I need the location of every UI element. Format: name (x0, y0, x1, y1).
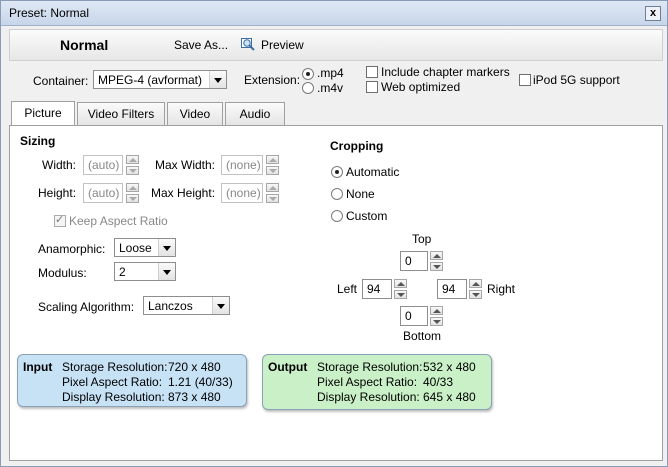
preview-button[interactable]: Preview (261, 38, 304, 52)
crop-left-stepper[interactable] (394, 279, 407, 299)
output-title: Output (268, 360, 308, 374)
container-label: Container: (33, 74, 89, 88)
output-par-label: Pixel Aspect Ratio: (317, 375, 418, 389)
anamorphic-select[interactable]: Loose (114, 238, 176, 257)
max-height-stepper[interactable] (266, 183, 279, 203)
extension-mp4-label: .mp4 (317, 66, 344, 80)
chevron-down-icon (212, 297, 229, 314)
container-value: MPEG-4 (avformat) (98, 73, 203, 87)
crop-top-label: Top (412, 232, 432, 246)
input-par-label: Pixel Aspect Ratio: (62, 375, 163, 389)
input-title: Input (23, 360, 53, 374)
output-display-label: Display Resolution: (317, 390, 420, 404)
anamorphic-value: Loose (119, 241, 152, 255)
chevron-down-icon (158, 239, 175, 256)
web-optimized-checkbox[interactable] (366, 81, 378, 93)
ipod-checkbox[interactable] (519, 74, 531, 86)
max-height-label: Max Height: (151, 186, 216, 200)
anamorphic-label: Anamorphic: (38, 242, 106, 256)
output-display-value: 645 x 480 (423, 390, 476, 404)
tab-audio[interactable]: Audio (225, 102, 285, 125)
chevron-down-icon (158, 263, 175, 280)
crop-custom-label: Custom (346, 209, 388, 223)
preset-window: Preset: Normal x Normal Save As... Previ… (0, 0, 668, 467)
crop-automatic-radio[interactable] (331, 166, 343, 178)
modulus-value: 2 (119, 265, 126, 279)
height-label: Height: (38, 186, 77, 200)
width-stepper[interactable] (126, 155, 139, 175)
extension-m4v-radio[interactable] (302, 82, 314, 94)
max-width-field[interactable]: (none) (221, 155, 263, 175)
chevron-down-icon (209, 71, 226, 88)
crop-bottom-field[interactable]: 0 (400, 306, 428, 326)
max-width-stepper[interactable] (266, 155, 279, 175)
cropping-title: Cropping (330, 139, 384, 153)
crop-none-radio[interactable] (331, 188, 343, 200)
picture-panel: Sizing Width: (auto) Max Width: (none) H… (9, 125, 663, 461)
modulus-select[interactable]: 2 (114, 262, 176, 281)
crop-right-label: Right (487, 282, 516, 296)
crop-automatic-label: Automatic (346, 165, 400, 179)
web-optimized-label: Web optimized (381, 80, 461, 94)
scaling-label: Scaling Algorithm: (38, 300, 135, 314)
container-select[interactable]: MPEG-4 (avformat) (93, 70, 227, 89)
input-par-value: 1.21 (40/33) (168, 375, 233, 389)
output-info-box: Output Storage Resolution: 532 x 480 Pix… (262, 354, 492, 410)
title-bar[interactable]: Preset: Normal x (1, 1, 667, 26)
extension-label: Extension: (244, 73, 301, 87)
input-display-label: Display Resolution: (62, 390, 165, 404)
crop-top-stepper[interactable] (430, 251, 443, 271)
chapter-markers-checkbox[interactable] (366, 66, 378, 78)
modulus-label: Modulus: (38, 266, 87, 280)
save-as-button[interactable]: Save As... (174, 38, 228, 52)
crop-left-field[interactable]: 94 (362, 279, 392, 299)
preview-icon[interactable] (241, 37, 255, 51)
ipod-label: iPod 5G support (533, 73, 620, 87)
extension-m4v-label: .m4v (317, 81, 344, 95)
input-display-value: 873 x 480 (168, 390, 221, 404)
keep-aspect-label: Keep Aspect Ratio (69, 214, 168, 228)
width-field[interactable]: (auto) (83, 155, 123, 175)
keep-aspect-checkbox[interactable] (54, 213, 66, 227)
input-storage-value: 720 x 480 (168, 360, 221, 374)
crop-top-field[interactable]: 0 (400, 251, 428, 271)
output-storage-value: 532 x 480 (423, 360, 476, 374)
sizing-title: Sizing (20, 134, 56, 148)
tab-video-filters[interactable]: Video Filters (77, 102, 165, 125)
scaling-select[interactable]: Lanczos (143, 296, 230, 315)
height-stepper[interactable] (126, 183, 139, 203)
output-storage-label: Storage Resolution: (317, 360, 423, 374)
crop-right-stepper[interactable] (469, 279, 482, 299)
crop-right-field[interactable]: 94 (437, 279, 467, 299)
tab-picture[interactable]: Picture (11, 101, 75, 125)
extension-mp4-radio[interactable] (302, 68, 314, 80)
width-label: Width: (42, 158, 77, 172)
output-par-value: 40/33 (423, 375, 454, 389)
input-info-box: Input Storage Resolution: 720 x 480 Pixe… (17, 354, 247, 407)
crop-bottom-stepper[interactable] (430, 306, 443, 326)
crop-none-label: None (346, 187, 375, 201)
scaling-value: Lanczos (148, 299, 193, 313)
tab-video[interactable]: Video (167, 102, 223, 125)
crop-custom-radio[interactable] (331, 210, 343, 222)
max-height-field[interactable]: (none) (221, 183, 263, 203)
height-field[interactable]: (auto) (83, 183, 123, 203)
chapter-markers-label: Include chapter markers (381, 65, 510, 79)
crop-bottom-label: Bottom (403, 329, 442, 343)
close-button[interactable]: x (645, 6, 661, 21)
window-title: Preset: Normal (9, 6, 90, 20)
max-width-label: Max Width: (155, 158, 216, 172)
crop-left-label: Left (337, 282, 358, 296)
toolbar: Normal Save As... Preview (9, 29, 663, 61)
input-storage-label: Storage Resolution: (62, 360, 168, 374)
preset-name: Normal (60, 37, 109, 53)
